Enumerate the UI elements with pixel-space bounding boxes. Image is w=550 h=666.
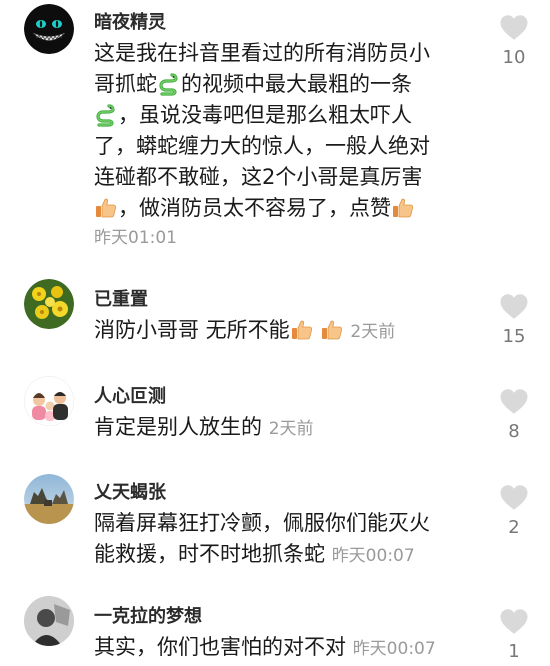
comment-time: 昨天00:07 bbox=[331, 546, 415, 566]
like-count: 8 bbox=[508, 421, 520, 442]
comment-text: 这是我在抖音里看过的所有消防员小 哥抓蛇 的视频中最大最粗的一条 ，虽说没毒吧但是… bbox=[94, 38, 474, 252]
comment-line: 隔着屏幕狂打冷颤，佩服你们能灭火 bbox=[94, 511, 430, 535]
comment-line: ，虽说没毒吧但是那么粗太吓人 bbox=[118, 103, 412, 127]
thumbs-up-emoji-icon bbox=[94, 196, 118, 220]
username[interactable]: 一克拉的梦想 bbox=[94, 602, 202, 628]
thumbs-up-emoji-icon bbox=[320, 318, 344, 342]
avatar[interactable] bbox=[24, 376, 74, 426]
comment-line: ，做消防员太不容易了，点赞 bbox=[118, 196, 391, 220]
username[interactable]: 暗夜精灵 bbox=[94, 8, 166, 34]
comment-line: 了，蟒蛇缠力大的惊人，一般人绝对 bbox=[94, 134, 430, 158]
heart-icon[interactable] bbox=[499, 608, 529, 635]
like-button[interactable]: 2 bbox=[496, 484, 532, 538]
comment-text: 其实，你们也害怕的对不对 昨天00:07 bbox=[94, 632, 474, 665]
comment-line: 能救援，时不时地抓条蛇 bbox=[94, 542, 325, 566]
avatar[interactable] bbox=[24, 279, 74, 329]
comment-line: 这是我在抖音里看过的所有消防员小 bbox=[94, 41, 430, 65]
heart-icon[interactable] bbox=[499, 388, 529, 415]
comment-time: 2天前 bbox=[350, 322, 396, 342]
comment-time: 昨天00:07 bbox=[352, 639, 436, 659]
comment-time: 2天前 bbox=[268, 419, 314, 439]
like-button[interactable]: 10 bbox=[496, 14, 532, 68]
comment-text: 肯定是别人放生的 2天前 bbox=[94, 412, 474, 445]
thumbs-up-emoji-icon bbox=[391, 196, 415, 220]
heart-icon[interactable] bbox=[499, 14, 529, 41]
comment-time: 昨天01:01 bbox=[94, 228, 177, 248]
like-button[interactable]: 8 bbox=[496, 388, 532, 442]
username[interactable]: 乂天蝎张 bbox=[94, 478, 166, 504]
like-count: 10 bbox=[502, 47, 526, 68]
avatar[interactable] bbox=[24, 474, 74, 524]
like-count: 1 bbox=[508, 641, 520, 662]
username[interactable]: 已重置 bbox=[94, 285, 148, 311]
comment-text: 消防小哥哥 无所不能 2天前 bbox=[94, 315, 474, 348]
heart-icon[interactable] bbox=[499, 293, 529, 320]
heart-icon[interactable] bbox=[499, 484, 529, 511]
snake-emoji-icon bbox=[157, 72, 181, 96]
comment-line: 消防小哥哥 无所不能 bbox=[94, 318, 290, 342]
username[interactable]: 人心叵测 bbox=[94, 382, 166, 408]
like-count: 2 bbox=[508, 517, 520, 538]
thumbs-up-emoji-icon bbox=[290, 318, 314, 342]
comment-line: 的视频中最大最粗的一条 bbox=[181, 72, 412, 96]
avatar[interactable] bbox=[24, 596, 74, 646]
comment-line: 连碰都不敢碰，这2个小哥是真厉害 bbox=[94, 165, 423, 189]
like-button[interactable]: 1 bbox=[496, 608, 532, 662]
comment-text: 隔着屏幕狂打冷颤，佩服你们能灭火 能救援，时不时地抓条蛇 昨天00:07 bbox=[94, 508, 474, 572]
comment-line: 其实，你们也害怕的对不对 bbox=[94, 635, 346, 659]
comment-line: 哥抓蛇 bbox=[94, 72, 157, 96]
snake-emoji-icon bbox=[94, 103, 118, 127]
like-count: 15 bbox=[502, 326, 526, 347]
comment-line: 肯定是别人放生的 bbox=[94, 415, 262, 439]
like-button[interactable]: 15 bbox=[496, 293, 532, 347]
avatar[interactable] bbox=[24, 4, 74, 54]
